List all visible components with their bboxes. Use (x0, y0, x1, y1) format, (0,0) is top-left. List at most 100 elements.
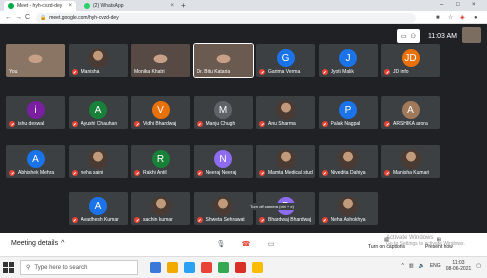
forward-button[interactable]: → (15, 13, 22, 22)
taskbar-app-icon[interactable] (252, 262, 263, 273)
participant-tile[interactable]: M Manju Chugh (193, 96, 253, 129)
participant-tile[interactable]: A Ayushi Chauhan (68, 96, 128, 129)
people-icon[interactable]: ⚇ (411, 33, 416, 40)
volume-icon[interactable]: 🔈 (419, 263, 425, 269)
meeting-details-button[interactable]: Meeting details ^ (11, 240, 64, 247)
participant-name: Neeraj Neeraj (205, 170, 237, 176)
windows-start-icon[interactable] (3, 262, 14, 273)
participant-name: Manju Chugh (205, 121, 236, 127)
network-icon[interactable]: ▥ (409, 263, 414, 269)
muted-mic-icon (9, 121, 15, 127)
participant-name: Shweta Sehrawat (205, 217, 245, 223)
tab-whatsapp[interactable]: (2) WhatsApp × (80, 1, 178, 11)
taskbar-app-icon[interactable] (218, 262, 229, 273)
taskbar-app-icon[interactable] (235, 262, 246, 273)
participant-tile[interactable]: G Garima Verma (256, 44, 315, 77)
participant-tile[interactable]: JD JD info (381, 44, 440, 77)
muted-mic-icon (134, 170, 140, 176)
participant-tile[interactable]: Mamta Medical stud... (256, 145, 315, 178)
muted-mic-icon (71, 217, 78, 223)
participant-name: Vidhi Bhardwaj (143, 121, 177, 127)
participant-avatar: JD (401, 49, 420, 67)
participant-name: Manisha (80, 69, 100, 75)
meet-stage: ▭ ⚇ 11:03 AM You Manisha Monika Khatri Dr. … (0, 24, 487, 256)
microphone-button[interactable]: 🎙 (214, 237, 228, 251)
participant-tile[interactable]: Anu Sharma (256, 96, 315, 129)
muted-mic-icon (71, 170, 78, 176)
participant-tile[interactable]: N Neeraj Neeraj (193, 145, 253, 178)
muted-mic-icon (259, 121, 265, 127)
taskbar-date: 08-06-2021 (445, 266, 472, 272)
bookmark-star-icon[interactable]: ☆ (448, 14, 453, 22)
tab-meet[interactable]: Meet - hyh-cvzd-dey × (4, 1, 76, 11)
participant-tile[interactable]: Manisha (68, 44, 128, 77)
search-placeholder: Type here to search (34, 264, 88, 271)
participant-tile[interactable]: R Rakhi Antil (131, 145, 190, 178)
participant-tile[interactable]: sachin kumar (131, 192, 190, 225)
profile-avatar-icon[interactable]: ● (474, 14, 478, 22)
participant-name: Dr. Bitu Kataria (196, 69, 231, 75)
participant-avatar: P (339, 101, 357, 119)
tray-chevron-icon[interactable]: ^ (402, 263, 404, 269)
minimize-button[interactable]: – (440, 1, 443, 10)
new-tab-button[interactable]: + (181, 1, 186, 10)
extension-icon[interactable]: ◈ (460, 14, 465, 22)
reload-button[interactable]: C (25, 13, 30, 22)
participant-tile[interactable]: P Palak Nagpal (318, 96, 378, 129)
tab-title: Meet - hyh-cvzd-dey (17, 3, 63, 9)
participant-tile[interactable]: A Avadhesh Kumar (68, 192, 128, 225)
participant-tile[interactable]: A Abhishek Mehra (6, 145, 65, 178)
participant-tile[interactable]: J Jyoti Malik (318, 44, 378, 77)
participant-tile[interactable]: A ARSHIKA arora (381, 96, 440, 129)
activate-windows-watermark: Activate Windows Go to Settings to activ… (386, 235, 465, 247)
notifications-icon[interactable]: ▢ (476, 263, 481, 269)
participant-tile[interactable]: i ishu deswal (6, 96, 65, 129)
muted-mic-icon (134, 217, 140, 223)
muted-mic-icon (196, 121, 203, 127)
taskbar-app-icon[interactable] (167, 262, 178, 273)
close-tab-icon[interactable]: × (68, 3, 72, 9)
taskbar-clock[interactable]: 11:03 08-06-2021 (446, 260, 472, 272)
participant-tile[interactable]: Nivedita Dahiya (318, 145, 378, 178)
camera-indicator-icon[interactable]: ■ (436, 14, 440, 22)
url-text: meet.google.com/hyh-cvzd-dey (49, 14, 119, 21)
participant-name: Avadhesh Kumar (80, 217, 119, 223)
participant-tile[interactable]: Dr. Bitu Kataria (192, 43, 254, 78)
participant-tile[interactable]: Neha Ashokhya (318, 192, 378, 225)
muted-mic-icon (259, 170, 265, 176)
back-button[interactable]: ← (5, 13, 12, 22)
close-window-button[interactable]: × (472, 1, 476, 10)
address-bar[interactable]: 🔒 meet.google.com/hyh-cvzd-dey (36, 12, 416, 23)
participant-tile[interactable]: Shweta Sehrawat (193, 192, 253, 225)
muted-mic-icon (321, 121, 328, 127)
taskbar-search-box[interactable]: ⚲ Type here to search (20, 260, 138, 275)
participant-avatar (88, 149, 108, 169)
language-indicator[interactable]: ENG (430, 263, 441, 269)
muted-mic-icon (71, 121, 78, 127)
participant-tile[interactable]: V Vidhi Bhardwaj (131, 96, 190, 129)
taskbar-app-icon[interactable] (150, 262, 161, 273)
camera-button[interactable]: ▭ (264, 237, 278, 251)
close-tab-icon[interactable]: × (170, 3, 174, 9)
muted-mic-icon (384, 170, 390, 176)
whatsapp-favicon-icon (84, 3, 90, 9)
participant-tile[interactable]: neha saini (68, 145, 128, 178)
taskbar-app-icon[interactable] (184, 262, 195, 273)
participant-tile[interactable]: Manisha Kumari (381, 145, 440, 178)
participant-name: Ayushi Chauhan (80, 121, 118, 127)
taskbar-app-icon[interactable] (201, 262, 212, 273)
participant-tile[interactable]: You (6, 44, 65, 77)
participants-chip[interactable]: ▭ ⚇ (396, 29, 420, 43)
participant-name: Mamta Medical stud... (268, 170, 313, 176)
self-view-thumbnail[interactable] (462, 27, 481, 43)
participant-avatar (150, 196, 171, 216)
muted-mic-icon (321, 170, 328, 176)
participant-tile[interactable]: Monika Khatri (131, 44, 190, 77)
leave-call-button[interactable]: ☎ (239, 237, 253, 251)
participant-name: Monika Khatri (134, 69, 165, 75)
maximize-button[interactable]: □ (456, 1, 460, 10)
present-icon[interactable]: ▭ (401, 33, 407, 40)
participant-avatar: R (151, 150, 170, 168)
participant-name: Nivedita Dahiya (330, 170, 366, 176)
participant-avatar (275, 100, 296, 120)
